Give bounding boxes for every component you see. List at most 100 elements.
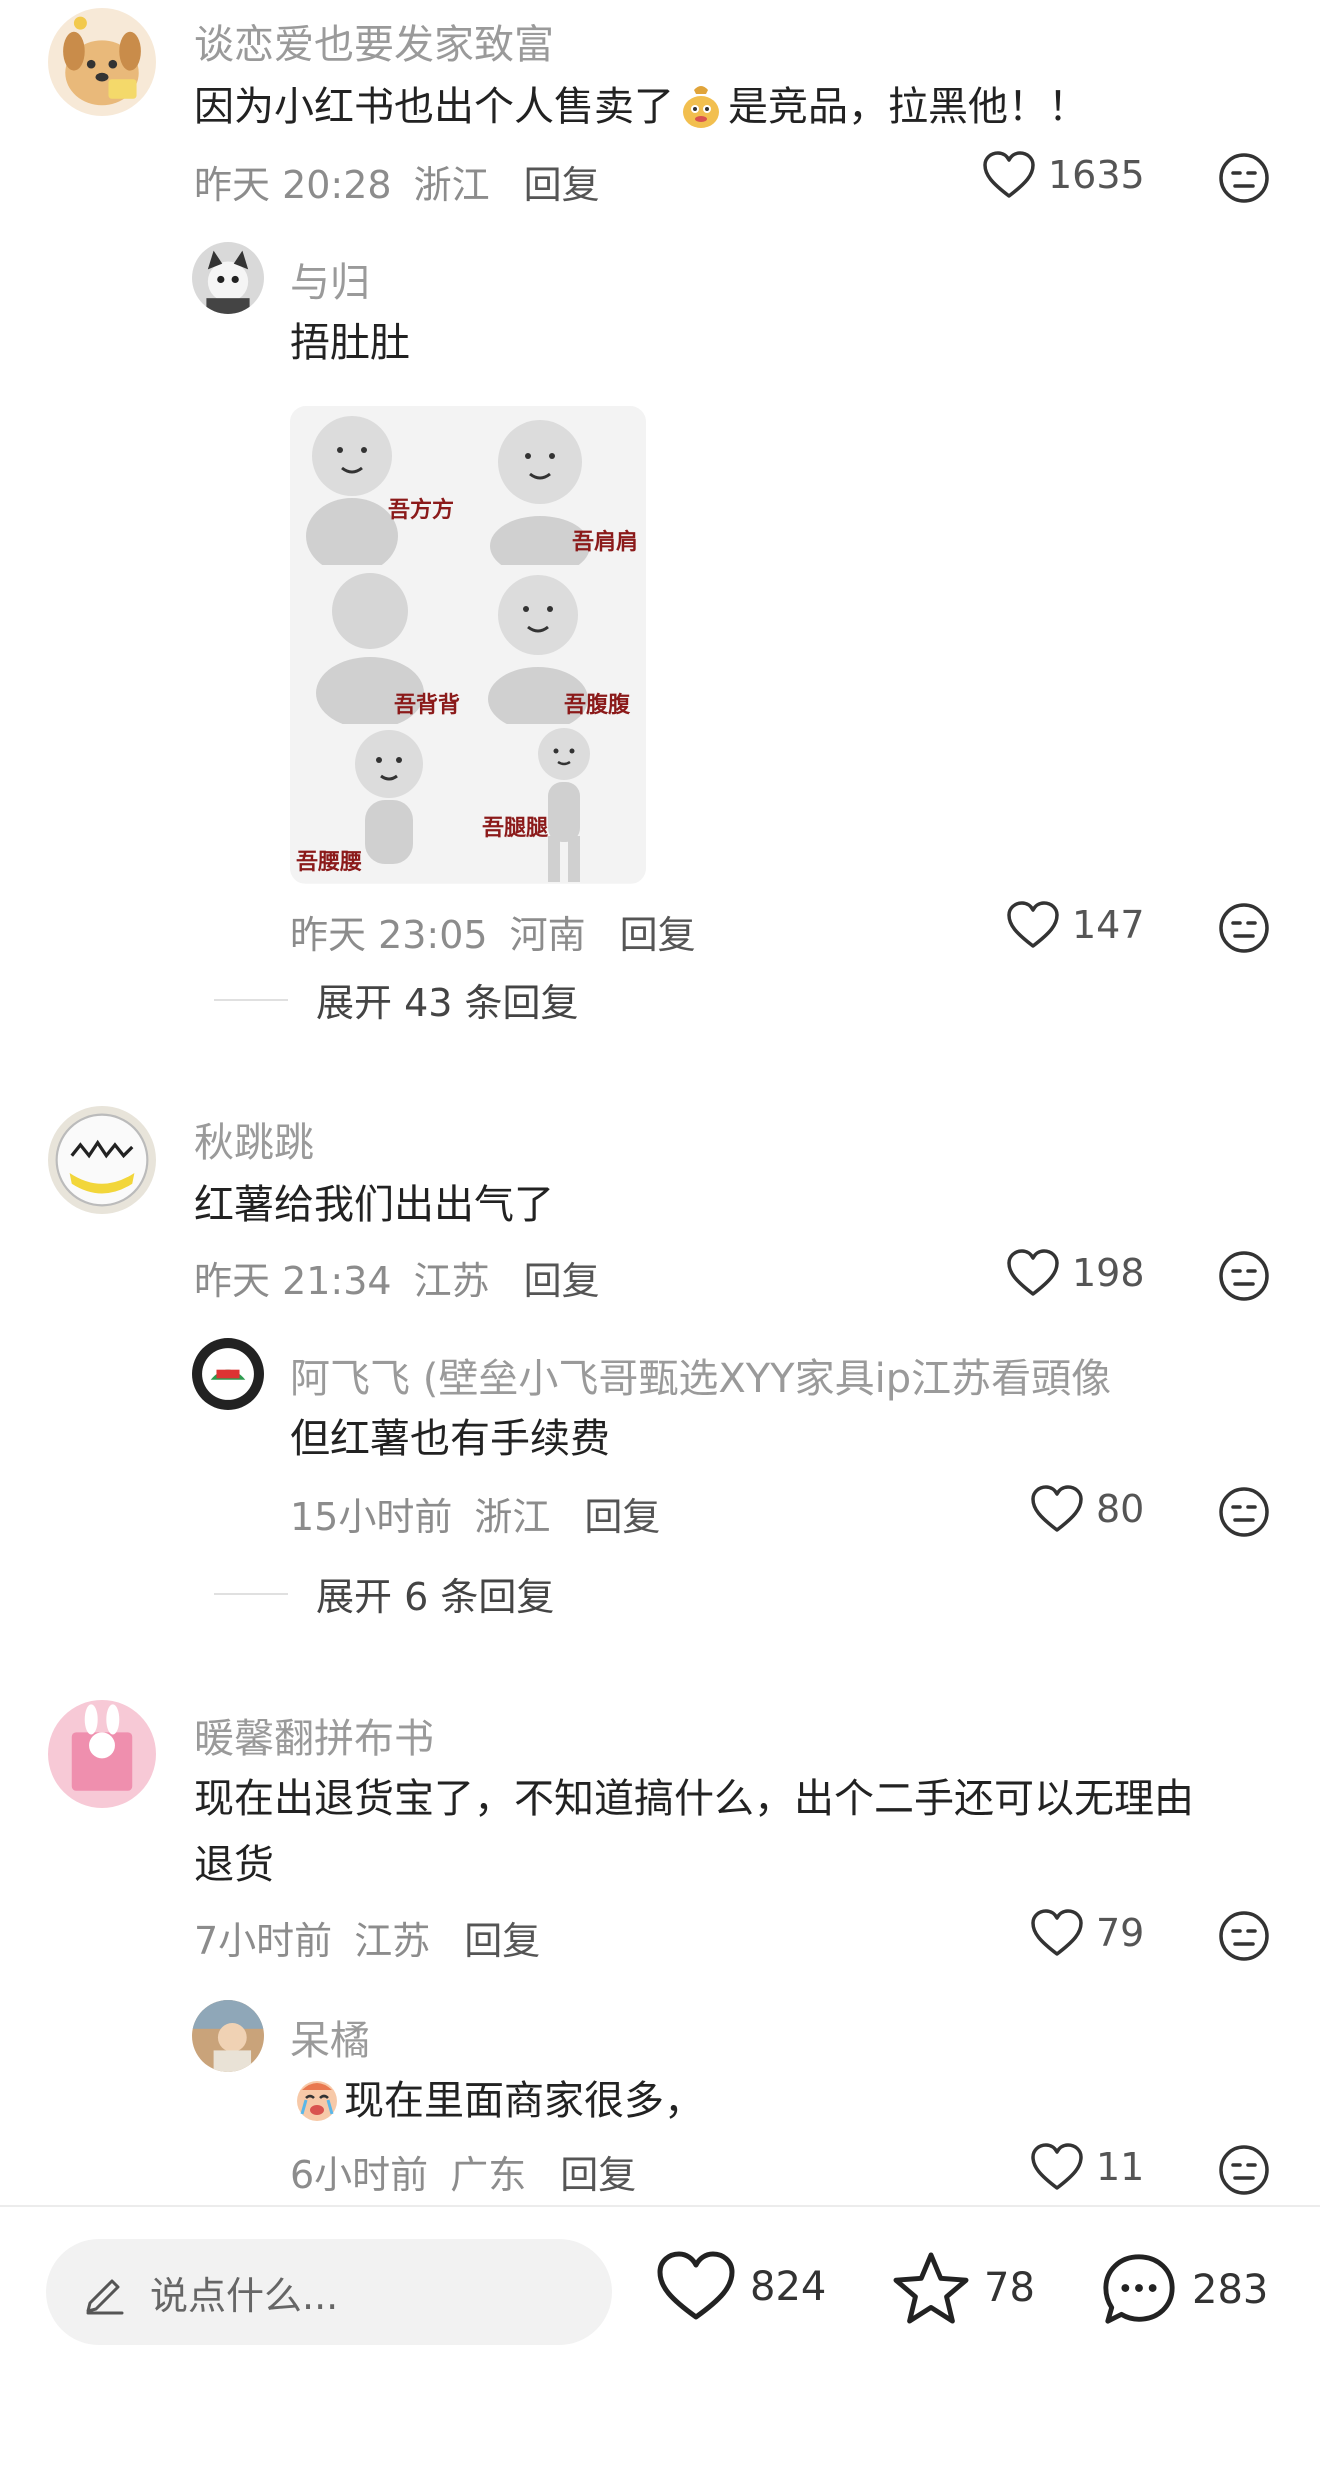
figure-icon	[538, 728, 590, 882]
comment-location: 江苏	[413, 1259, 490, 1303]
neutral-face-icon	[1219, 903, 1269, 953]
pencil-icon	[86, 2279, 124, 2315]
sticker-caption: 吾腰腰	[296, 850, 363, 875]
sticker-cell: 吾腿腿	[468, 724, 646, 883]
comment-time: 7小时前	[194, 1919, 333, 1963]
avatar-dog-icon	[48, 8, 156, 116]
comment-input-placeholder: 说点什么...	[150, 2273, 339, 2318]
neutral-face-icon	[1219, 153, 1269, 203]
comment-post-button[interactable]: 283	[1100, 2251, 1268, 2329]
comment-time: 昨天 21:34	[194, 1259, 392, 1303]
avatar[interactable]	[192, 1338, 264, 1410]
speech-bubble-icon	[1103, 2254, 1175, 2324]
comment-author[interactable]: 秋跳跳	[194, 1110, 314, 1168]
avatar-cartoon-icon	[48, 1106, 156, 1214]
reply-time: 15小时前	[290, 1495, 453, 1539]
avatar-book-icon	[48, 1700, 156, 1808]
reply-button[interactable]: 回复	[620, 904, 696, 959]
reply-meta: 昨天 23:05 河南 回复	[290, 904, 696, 959]
sticker-cell: 吾背背	[290, 565, 468, 729]
sticker-cell: 吾腰腰	[290, 724, 468, 883]
dislike-button[interactable]	[1218, 1486, 1270, 1538]
expand-replies-label: 展开 43 条回复	[316, 981, 579, 1025]
like-count: 80	[1096, 1487, 1145, 1531]
sticker-cell: 吾方方	[290, 406, 468, 574]
figure-icon	[306, 416, 398, 574]
comment-input[interactable]: 说点什么...	[46, 2239, 612, 2345]
comment-location: 江苏	[354, 1919, 431, 1963]
like-button[interactable]: 11	[1030, 2142, 1144, 2192]
like-count: 147	[1072, 903, 1145, 947]
dislike-button[interactable]	[1218, 2144, 1270, 2196]
avatar[interactable]	[48, 8, 156, 116]
avatar[interactable]	[192, 2000, 264, 2072]
like-button[interactable]: 198	[1006, 1248, 1145, 1298]
comment-time: 昨天 20:28	[194, 163, 392, 207]
dislike-button[interactable]	[1218, 1910, 1270, 1962]
comment-author[interactable]: 谈恋爱也要发家致富	[194, 12, 554, 70]
neutral-face-icon	[1219, 1911, 1269, 1961]
like-button[interactable]: 80	[1030, 1484, 1144, 1534]
avatar[interactable]	[48, 1700, 156, 1808]
comment-meta: 昨天 21:34 江苏 回复	[194, 1250, 600, 1305]
sticker-cell: 吾腹腹	[468, 565, 646, 731]
expand-replies-button[interactable]: 展开 43 条回复	[214, 972, 579, 1027]
like-count: 198	[1072, 1251, 1145, 1295]
reply-time: 昨天 23:05	[290, 913, 488, 957]
avatar[interactable]	[48, 1106, 156, 1214]
reply-text: 现在里面商家很多，	[290, 2068, 704, 2134]
reply-meta: 15小时前 浙江 回复	[290, 1486, 660, 1541]
avatar-cat-icon	[192, 242, 264, 314]
neutral-face-icon	[1219, 2145, 1269, 2195]
comment-text-before: 因为小红书也出个人售卖了	[194, 84, 674, 130]
heart-outline-icon	[983, 151, 1035, 198]
heart-outline-icon	[1031, 1485, 1083, 1532]
like-count: 1635	[1048, 153, 1145, 197]
reply-button[interactable]: 回复	[560, 2144, 636, 2199]
sticker-caption: 吾腹腹	[564, 693, 631, 718]
comment-text-line-2: 退货	[194, 1842, 274, 1888]
reply-text: 但红薯也有手续费	[290, 1416, 610, 1462]
expand-replies-label: 展开 6 条回复	[316, 1575, 555, 1619]
reply-text: 捂肚肚	[290, 320, 410, 366]
like-button[interactable]: 79	[1030, 1908, 1144, 1958]
reply-author[interactable]: 与归	[290, 250, 370, 308]
avatar-photo-icon	[192, 2000, 264, 2072]
reply-author[interactable]: 呆橘	[290, 2008, 370, 2066]
reply-button[interactable]: 回复	[464, 1910, 540, 1965]
sticker-caption: 吾背背	[394, 693, 461, 718]
heart-outline-icon	[1007, 1249, 1059, 1296]
dislike-button[interactable]	[1218, 152, 1270, 204]
bottom-action-bar: 说点什么... 824 78 283	[0, 2205, 1320, 2477]
dislike-button[interactable]	[1218, 1250, 1270, 1302]
sticker-caption: 吾腿腿	[482, 816, 549, 841]
like-post-button[interactable]: 824	[656, 2251, 826, 2323]
sticker-image[interactable]: 吾方方 吾肩肩 吾背背 吾腹腹 吾腰腰 吾腿腿	[290, 406, 646, 884]
heart-outline-icon	[1031, 1909, 1083, 1956]
like-count: 11	[1096, 2145, 1145, 2189]
sticker-caption: 吾方方	[388, 498, 455, 523]
favorite-post-button[interactable]: 78	[892, 2251, 1035, 2325]
reply-button[interactable]: 回复	[524, 154, 600, 209]
reply-button[interactable]: 回复	[584, 1486, 660, 1541]
avatar-logo-icon	[192, 1338, 264, 1410]
neutral-face-icon	[1219, 1487, 1269, 1537]
comment-text-line-1: 现在出退货宝了，不知道搞什么，出个二手还可以无理由	[194, 1776, 1194, 1822]
dislike-button[interactable]	[1218, 902, 1270, 954]
comment-text-after: 是竞品，拉黑他！！	[728, 84, 1088, 130]
like-button[interactable]: 147	[1006, 900, 1145, 950]
star-outline-icon	[893, 2252, 969, 2324]
post-favorite-count: 78	[984, 2265, 1035, 2311]
comment-text: 红薯给我们出出气了	[194, 1182, 554, 1228]
crying-face-emoji-icon	[297, 2081, 337, 2121]
heart-outline-icon	[1007, 901, 1059, 948]
like-button[interactable]: 1635	[982, 150, 1145, 200]
comment-location: 浙江	[413, 163, 490, 207]
comment-author[interactable]: 暖馨翻拼布书	[194, 1706, 434, 1764]
sticker-cell: 吾肩肩	[468, 406, 646, 576]
reply-author[interactable]: 阿飞飞 (壁垒小飞哥甄选XYY家具ip江苏看頭像	[290, 1346, 1111, 1404]
reply-button[interactable]: 回复	[524, 1250, 600, 1305]
avatar[interactable]	[192, 242, 264, 314]
divider-line	[214, 1592, 288, 1595]
expand-replies-button[interactable]: 展开 6 条回复	[214, 1566, 554, 1621]
